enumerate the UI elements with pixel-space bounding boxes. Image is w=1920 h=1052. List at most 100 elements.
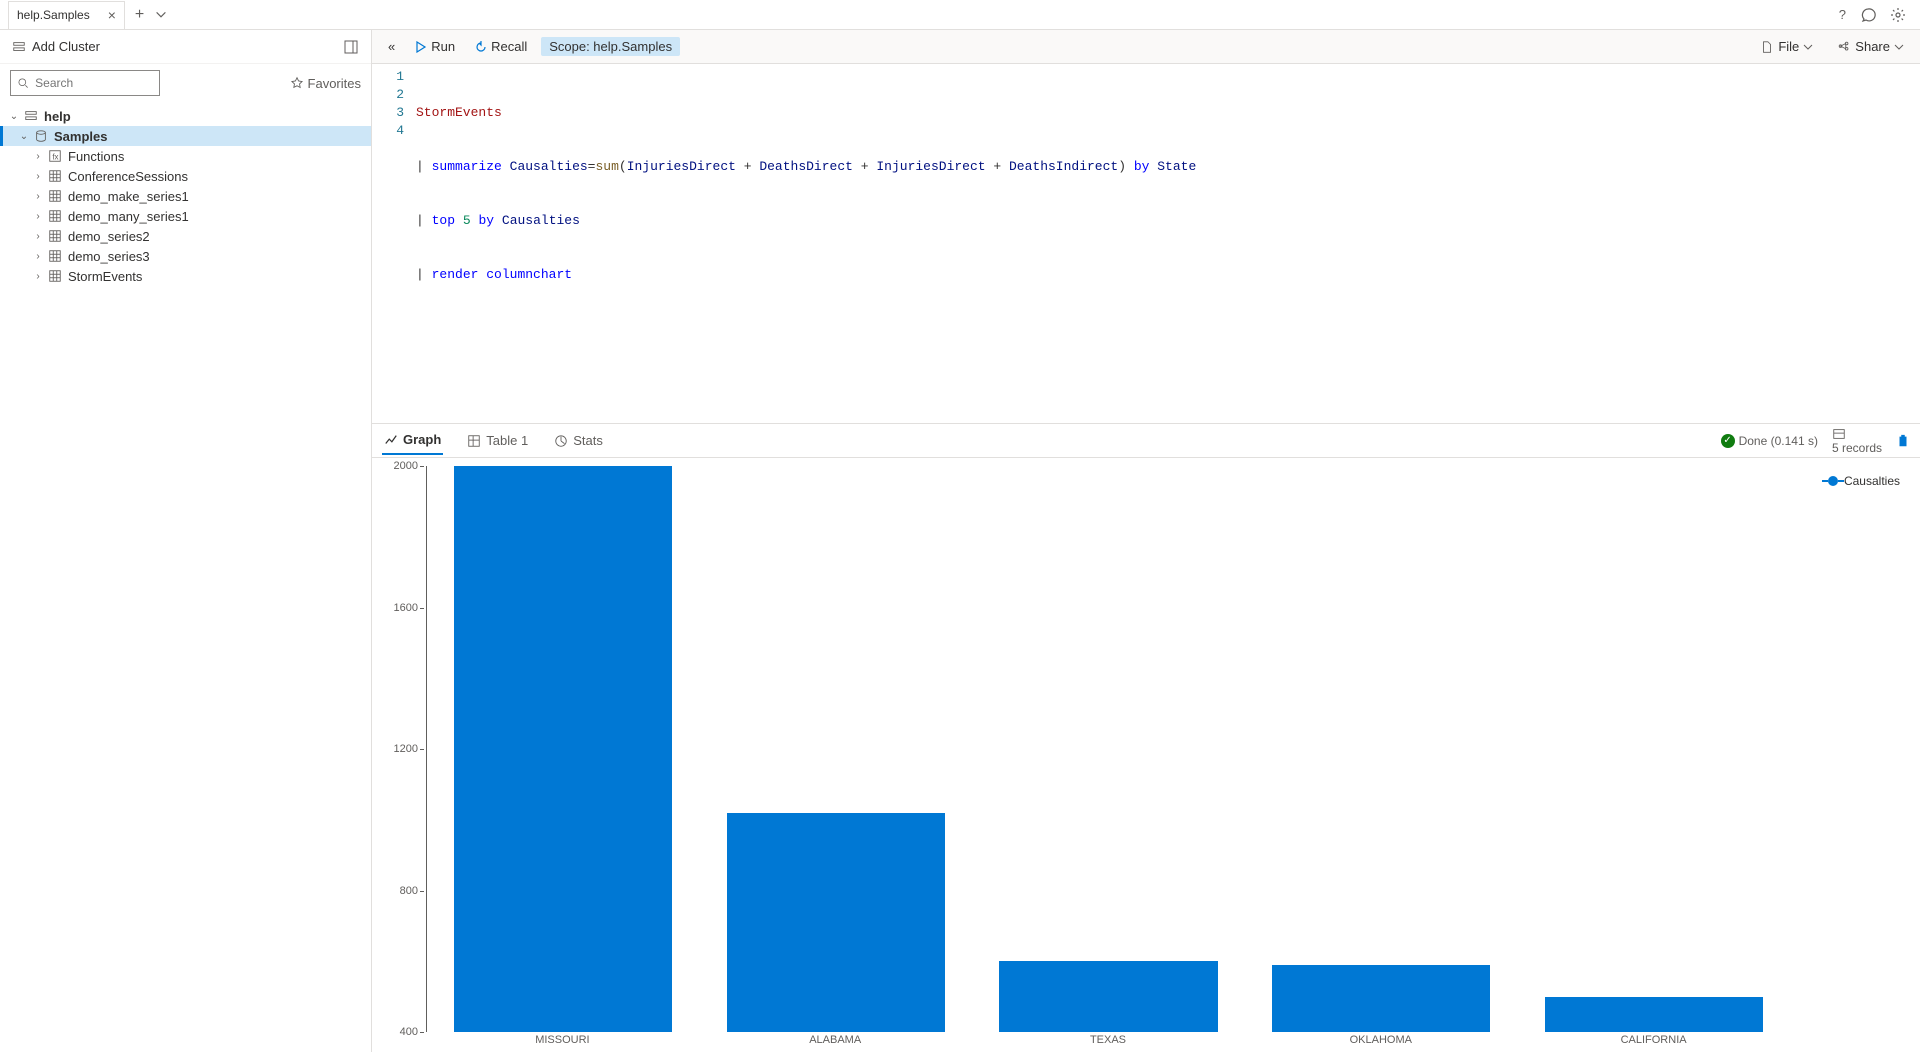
share-icon bbox=[1837, 40, 1851, 54]
status-text: Done (0.141 s) bbox=[1739, 434, 1818, 448]
table-icon bbox=[48, 269, 64, 283]
bar-missouri[interactable] bbox=[427, 466, 700, 1032]
recall-icon bbox=[475, 41, 487, 53]
tree-node-functions[interactable]: › fx Functions bbox=[0, 146, 371, 166]
chevron-down-icon bbox=[1894, 42, 1904, 52]
chart-icon bbox=[384, 433, 398, 447]
table-icon bbox=[48, 249, 64, 263]
tree-label: Functions bbox=[68, 149, 124, 164]
tree-node-samples[interactable]: ⌄ Samples bbox=[0, 126, 371, 146]
bar-oklahoma[interactable] bbox=[1245, 466, 1518, 1032]
file-button[interactable]: File bbox=[1754, 37, 1819, 56]
panel-toggle-icon[interactable] bbox=[343, 39, 359, 55]
top-right-icons: ? bbox=[1839, 7, 1920, 23]
chart-legend: Causalties bbox=[1828, 474, 1900, 488]
search-field[interactable] bbox=[35, 76, 153, 90]
share-label: Share bbox=[1855, 39, 1890, 54]
chevron-right-icon: › bbox=[32, 251, 44, 262]
tree-node-table[interactable]: › demo_many_series1 bbox=[0, 206, 371, 226]
chevron-right-icon: › bbox=[32, 231, 44, 242]
feedback-icon[interactable] bbox=[1860, 7, 1876, 23]
svg-text:fx: fx bbox=[52, 153, 58, 162]
run-label: Run bbox=[431, 39, 455, 54]
table-icon bbox=[48, 169, 64, 183]
database-icon bbox=[34, 129, 50, 143]
tab-dropdown-icon[interactable] bbox=[154, 8, 168, 22]
collapse-button[interactable]: « bbox=[382, 37, 401, 56]
chart-area: 400800120016002000 MISSOURIALABAMATEXASO… bbox=[372, 458, 1920, 1052]
stats-icon bbox=[554, 434, 568, 448]
tree-node-table[interactable]: › ConferenceSessions bbox=[0, 166, 371, 186]
plot-area bbox=[426, 466, 1790, 1032]
functions-icon: fx bbox=[48, 149, 64, 163]
tree-label: demo_many_series1 bbox=[68, 209, 189, 224]
chevron-down-icon bbox=[1803, 42, 1813, 52]
clipboard-icon[interactable] bbox=[1896, 434, 1910, 448]
file-icon bbox=[1760, 40, 1774, 54]
tree-label: Samples bbox=[54, 129, 107, 144]
query-editor[interactable]: 1 2 3 4 StormEvents | summarize Causalti… bbox=[372, 64, 1920, 424]
table-icon bbox=[48, 229, 64, 243]
chevron-right-icon: › bbox=[32, 271, 44, 282]
tab-graph[interactable]: Graph bbox=[382, 426, 443, 455]
chevron-right-icon: › bbox=[32, 171, 44, 182]
x-label: TEXAS bbox=[972, 1034, 1245, 1052]
table-icon bbox=[48, 209, 64, 223]
line-gutter: 1 2 3 4 bbox=[372, 64, 412, 423]
bar-california[interactable] bbox=[1517, 466, 1790, 1032]
tab-label: Stats bbox=[573, 433, 603, 448]
check-icon: ✓ bbox=[1721, 434, 1735, 448]
search-input[interactable] bbox=[10, 70, 160, 96]
table-icon bbox=[48, 189, 64, 203]
tab-table[interactable]: Table 1 bbox=[465, 427, 530, 454]
help-icon[interactable]: ? bbox=[1839, 7, 1846, 23]
tree-node-table[interactable]: › StormEvents bbox=[0, 266, 371, 286]
close-icon[interactable]: × bbox=[108, 7, 116, 23]
tree-node-table[interactable]: › demo_series3 bbox=[0, 246, 371, 266]
records-icon bbox=[1832, 427, 1846, 441]
recall-button[interactable]: Recall bbox=[469, 37, 533, 56]
new-tab-button[interactable]: + bbox=[135, 6, 144, 24]
favorites-label: Favorites bbox=[308, 76, 361, 91]
tree-node-help[interactable]: ⌄ help bbox=[0, 106, 371, 126]
favorites-button[interactable]: Favorites bbox=[290, 76, 361, 91]
tree-node-table[interactable]: › demo_make_series1 bbox=[0, 186, 371, 206]
tree-label: StormEvents bbox=[68, 269, 142, 284]
tab-help-samples[interactable]: help.Samples × bbox=[8, 1, 125, 29]
add-cluster-button[interactable]: Add Cluster bbox=[12, 39, 100, 54]
chevron-right-icon: › bbox=[32, 211, 44, 222]
settings-icon[interactable] bbox=[1890, 7, 1906, 23]
run-button[interactable]: Run bbox=[409, 37, 461, 56]
bar-texas[interactable] bbox=[972, 466, 1245, 1032]
scope-badge[interactable]: Scope: help.Samples bbox=[541, 37, 680, 56]
tree-label: demo_make_series1 bbox=[68, 189, 189, 204]
tree-label: help bbox=[44, 109, 71, 124]
tree-label: ConferenceSessions bbox=[68, 169, 188, 184]
recall-label: Recall bbox=[491, 39, 527, 54]
chevron-right-icon: › bbox=[32, 191, 44, 202]
results-tabs: Graph Table 1 Stats ✓ Done (0.141 s) 5 r… bbox=[372, 424, 1920, 458]
tab-stats[interactable]: Stats bbox=[552, 427, 605, 454]
x-label: MISSOURI bbox=[426, 1034, 699, 1052]
x-label: ALABAMA bbox=[699, 1034, 972, 1052]
share-button[interactable]: Share bbox=[1831, 37, 1910, 56]
table-icon bbox=[467, 434, 481, 448]
tab-label: Table 1 bbox=[486, 433, 528, 448]
chevron-right-icon: › bbox=[32, 151, 44, 162]
connection-tree: ⌄ help ⌄ Samples › fx Functions bbox=[0, 102, 371, 290]
bar-alabama[interactable] bbox=[700, 466, 973, 1032]
tree-label: demo_series3 bbox=[68, 249, 150, 264]
status-badge: ✓ Done (0.141 s) bbox=[1721, 434, 1818, 448]
sidebar: Add Cluster Favorites ⌄ help bbox=[0, 30, 372, 1052]
tree-node-table[interactable]: › demo_series2 bbox=[0, 226, 371, 246]
code-area[interactable]: StormEvents | summarize Causalties=sum(I… bbox=[412, 64, 1920, 423]
file-label: File bbox=[1778, 39, 1799, 54]
y-axis: 400800120016002000 bbox=[382, 466, 422, 1032]
play-icon bbox=[415, 41, 427, 53]
x-label: CALIFORNIA bbox=[1517, 1034, 1790, 1052]
tab-title: help.Samples bbox=[17, 8, 90, 22]
tab-label: Graph bbox=[403, 432, 441, 447]
query-toolbar: « Run Recall Scope: help.Samples File Sh… bbox=[372, 30, 1920, 64]
star-icon bbox=[290, 76, 304, 90]
legend-label: Causalties bbox=[1844, 474, 1900, 488]
